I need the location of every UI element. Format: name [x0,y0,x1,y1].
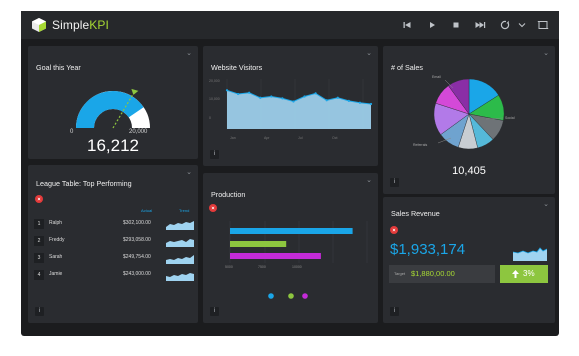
revenue-sparkline [513,247,547,261]
x-tick: Oct [332,136,338,140]
x-tick: 5000 [225,265,233,269]
row-value: $293,058.00 [123,237,151,243]
league-panel: ⌄ League Table: Top Performing Actual Tr… [28,165,198,323]
legend-dot [268,293,274,299]
sales-panel: ⌄ # of Sales Email Social Referrals 10,4… [383,46,555,194]
data-point [358,101,362,104]
data-point [336,96,339,99]
rank-badge: 2 [34,236,44,246]
table-row[interactable]: 3 Sarah $249,754.00 [34,251,194,265]
pie-slice-label: Social [505,116,515,120]
data-point [347,99,350,102]
x-tick: Jul [298,136,303,140]
bar [230,253,321,259]
panel-title: League Table: Top Performing [36,179,132,188]
refresh-icon[interactable] [499,18,511,32]
data-point [292,100,295,103]
row-name: Freddy [49,237,65,243]
logo-icon [32,18,46,32]
row-value: $302,100.00 [123,220,151,226]
visitors-panel: ⌄ Website Visitors 20,000 10,000 0 Jan A… [203,46,378,166]
data-point [314,92,317,95]
legend-dot [302,293,308,299]
chevron-down-icon[interactable] [517,18,527,32]
column-header-trend: Trend [179,208,190,213]
rank-badge: 1 [34,219,44,229]
visitors-chart [225,79,373,129]
skip-forward-icon[interactable] [474,18,486,32]
info-icon[interactable]: i [35,307,44,316]
data-point [325,99,328,102]
target-icon [35,195,43,203]
fullscreen-icon[interactable] [537,18,549,32]
table-row[interactable]: 4 Jamie $243,000.00 [34,268,194,282]
data-point [369,102,373,106]
chevron-down-icon[interactable]: ⌄ [186,169,192,176]
data-point [248,91,251,94]
row-name: Sarah [49,254,63,260]
goal-value: 16,212 [87,136,139,155]
target-value: $1,880,00.00 [411,269,455,278]
row-value: $243,000.00 [123,271,151,277]
delta-badge: 3% [500,265,548,283]
play-icon[interactable] [427,18,437,32]
target-box: Target $1,880,00.00 [389,265,495,283]
info-icon[interactable]: i [390,307,399,316]
table-row[interactable]: 1 Ralph $302,100.00 [34,217,194,231]
x-tick: 10000 [292,265,302,269]
production-legend [268,293,308,299]
row-name: Ralph [49,220,63,226]
target-icon [390,226,398,234]
revenue-value: $1,933,174 [390,241,466,258]
data-point [281,97,284,100]
arrow-up-icon [512,270,519,278]
production-panel: ⌄ Production 5000 7500 10000 i [203,173,378,323]
revenue-panel: ⌄ Sales Revenue $1,933,174 Target $1,880… [383,197,555,323]
data-point [270,95,273,98]
stop-icon[interactable] [451,18,461,32]
data-point [225,89,229,92]
chevron-down-icon[interactable]: ⌄ [543,201,549,208]
gauge-max-label: 20,000 [129,129,148,135]
brand-name: SimpleKPI [52,18,109,32]
row-name: Jamie [49,271,63,277]
sales-value: 10,405 [452,165,486,177]
skip-back-icon[interactable] [402,18,412,32]
pie-slice-label: Referrals [413,143,428,147]
row-value: $249,754.00 [123,254,151,260]
trend-sparkline [166,255,194,264]
delta-value: 3% [523,269,535,278]
data-point [303,95,306,98]
top-bar: SimpleKPI [21,11,559,39]
info-icon[interactable]: i [210,307,219,316]
x-tick: Apr [264,136,270,140]
column-header-actual: Actual [141,208,153,213]
x-tick: Jan [230,136,236,140]
target-label: Target [394,271,406,276]
data-point [236,92,240,96]
goal-panel: ⌄ Goal this Year 0 20,000 16,212 i [28,46,198,189]
info-icon[interactable]: i [210,150,219,159]
info-icon[interactable]: i [390,178,399,187]
rank-badge: 4 [34,270,44,280]
legend-dot [288,293,294,299]
bar [230,228,353,234]
x-tick: 7500 [258,265,266,269]
pie-slice-label: Email [432,75,441,79]
bar [230,241,287,247]
table-row[interactable]: 2 Freddy $293,058.00 [34,234,194,248]
panel-title: Sales Revenue [391,209,440,218]
trend-sparkline [166,239,194,247]
data-point [259,96,262,99]
gauge-min-label: 0 [70,129,74,135]
trend-sparkline [166,221,194,230]
rank-badge: 3 [34,253,44,263]
trend-sparkline [166,273,194,281]
dashboard-window: SimpleKPI ⌄ Goal this Year 0 20,000 16,2… [21,11,559,336]
